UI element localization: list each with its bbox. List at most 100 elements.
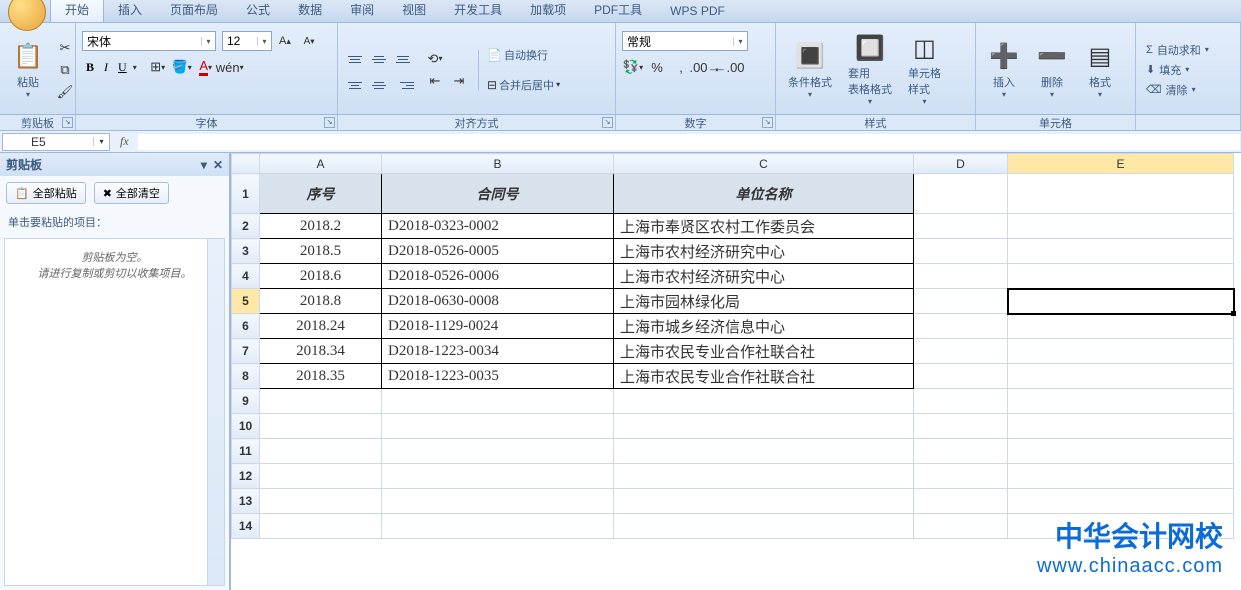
- cell-A11[interactable]: [260, 439, 382, 464]
- cell-D11[interactable]: [914, 439, 1008, 464]
- format-painter-icon[interactable]: 🖌: [54, 82, 76, 102]
- col-header-D[interactable]: D: [914, 154, 1008, 174]
- decrease-font-icon[interactable]: A▾: [298, 31, 320, 51]
- cell-E9[interactable]: [1008, 389, 1234, 414]
- cell-B4[interactable]: D2018-0526-0006: [382, 264, 614, 289]
- insert-cells-button[interactable]: ➕ 插入 ▾: [982, 37, 1026, 103]
- cell-D6[interactable]: [914, 314, 1008, 339]
- cell-B10[interactable]: [382, 414, 614, 439]
- cell-D2[interactable]: [914, 214, 1008, 239]
- paste-button[interactable]: 📋 粘贴 ▾: [6, 37, 50, 103]
- cell-D7[interactable]: [914, 339, 1008, 364]
- cell-A13[interactable]: [260, 489, 382, 514]
- cell-C6[interactable]: 上海市城乡经济信息中心: [614, 314, 914, 339]
- tab-view[interactable]: 视图: [388, 0, 440, 22]
- cell-A5[interactable]: 2018.8: [260, 289, 382, 314]
- cell-B13[interactable]: [382, 489, 614, 514]
- row-header-1[interactable]: 1: [232, 174, 260, 214]
- row-header-3[interactable]: 3: [232, 239, 260, 264]
- tab-data[interactable]: 数据: [284, 0, 336, 22]
- select-all-corner[interactable]: [232, 154, 260, 174]
- tab-wpspdf[interactable]: WPS PDF: [656, 1, 739, 22]
- cell-E7[interactable]: [1008, 339, 1234, 364]
- font-size-combo[interactable]: ▾: [222, 31, 272, 51]
- tab-layout[interactable]: 页面布局: [156, 0, 232, 22]
- col-header-E[interactable]: E: [1008, 154, 1234, 174]
- autosum-button[interactable]: Σ自动求和▾: [1142, 41, 1213, 59]
- align-top-icon[interactable]: [344, 50, 366, 70]
- number-format-input[interactable]: [623, 32, 733, 50]
- cell-E14[interactable]: [1008, 514, 1234, 539]
- cell-A7[interactable]: 2018.34: [260, 339, 382, 364]
- cell-E10[interactable]: [1008, 414, 1234, 439]
- cell-E11[interactable]: [1008, 439, 1234, 464]
- border-icon[interactable]: ⊞▾: [147, 57, 169, 77]
- cell-E1[interactable]: [1008, 174, 1234, 214]
- align-middle-icon[interactable]: [368, 50, 390, 70]
- tab-review[interactable]: 审阅: [336, 0, 388, 22]
- cell-D10[interactable]: [914, 414, 1008, 439]
- row-header-4[interactable]: 4: [232, 264, 260, 289]
- cell-C13[interactable]: [614, 489, 914, 514]
- clear-button[interactable]: ⌫清除▾: [1142, 81, 1213, 99]
- cell-C8[interactable]: 上海市农民专业合作社联合社: [614, 364, 914, 389]
- tab-devtools[interactable]: 开发工具: [440, 0, 516, 22]
- spreadsheet[interactable]: ABCDE1序号合同号单位名称22018.2D2018-0323-0002上海市…: [231, 153, 1241, 590]
- bold-button[interactable]: B: [82, 58, 98, 77]
- row-header-7[interactable]: 7: [232, 339, 260, 364]
- cell-B3[interactable]: D2018-0526-0005: [382, 239, 614, 264]
- cell-B1[interactable]: 合同号: [382, 174, 614, 214]
- row-header-14[interactable]: 14: [232, 514, 260, 539]
- currency-icon[interactable]: 💱▾: [622, 57, 644, 77]
- cell-D4[interactable]: [914, 264, 1008, 289]
- row-header-9[interactable]: 9: [232, 389, 260, 414]
- pin-icon[interactable]: ▾: [201, 158, 207, 172]
- cell-A3[interactable]: 2018.5: [260, 239, 382, 264]
- fill-color-icon[interactable]: 🪣▾: [171, 57, 193, 77]
- cell-D13[interactable]: [914, 489, 1008, 514]
- font-launcher-icon[interactable]: ↘: [324, 117, 335, 128]
- number-launcher-icon[interactable]: ↘: [762, 117, 773, 128]
- cell-D12[interactable]: [914, 464, 1008, 489]
- cell-C4[interactable]: 上海市农村经济研究中心: [614, 264, 914, 289]
- cell-E13[interactable]: [1008, 489, 1234, 514]
- cell-B12[interactable]: [382, 464, 614, 489]
- copy-icon[interactable]: ⧉: [54, 60, 76, 80]
- cell-D3[interactable]: [914, 239, 1008, 264]
- cell-E4[interactable]: [1008, 264, 1234, 289]
- row-header-10[interactable]: 10: [232, 414, 260, 439]
- row-header-12[interactable]: 12: [232, 464, 260, 489]
- row-header-5[interactable]: 5: [232, 289, 260, 314]
- cell-A12[interactable]: [260, 464, 382, 489]
- merge-center-button[interactable]: ⊟ 合并后居中 ▾: [487, 77, 560, 93]
- col-header-A[interactable]: A: [260, 154, 382, 174]
- cell-E8[interactable]: [1008, 364, 1234, 389]
- name-box-arrow-icon[interactable]: ▾: [93, 137, 109, 146]
- cell-B7[interactable]: D2018-1223-0034: [382, 339, 614, 364]
- cell-C9[interactable]: [614, 389, 914, 414]
- row-header-11[interactable]: 11: [232, 439, 260, 464]
- cell-E6[interactable]: [1008, 314, 1234, 339]
- col-header-C[interactable]: C: [614, 154, 914, 174]
- tab-formulas[interactable]: 公式: [232, 0, 284, 22]
- clipboard-launcher-icon[interactable]: ↘: [62, 117, 73, 128]
- font-name-input[interactable]: [83, 32, 201, 50]
- align-center-icon[interactable]: [368, 76, 390, 96]
- tab-addins[interactable]: 加载项: [516, 0, 580, 22]
- row-header-6[interactable]: 6: [232, 314, 260, 339]
- cell-B8[interactable]: D2018-1223-0035: [382, 364, 614, 389]
- cell-B14[interactable]: [382, 514, 614, 539]
- cell-B11[interactable]: [382, 439, 614, 464]
- name-box[interactable]: E5 ▾: [2, 133, 110, 151]
- cell-A14[interactable]: [260, 514, 382, 539]
- cell-C11[interactable]: [614, 439, 914, 464]
- conditional-format-button[interactable]: 🔳 条件格式 ▾: [782, 37, 838, 103]
- cell-C5[interactable]: 上海市园林绿化局: [614, 289, 914, 314]
- cell-E2[interactable]: [1008, 214, 1234, 239]
- cell-A1[interactable]: 序号: [260, 174, 382, 214]
- cell-B2[interactable]: D2018-0323-0002: [382, 214, 614, 239]
- cell-C2[interactable]: 上海市奉贤区农村工作委员会: [614, 214, 914, 239]
- increase-font-icon[interactable]: A▴: [274, 31, 296, 51]
- cell-D14[interactable]: [914, 514, 1008, 539]
- cell-A8[interactable]: 2018.35: [260, 364, 382, 389]
